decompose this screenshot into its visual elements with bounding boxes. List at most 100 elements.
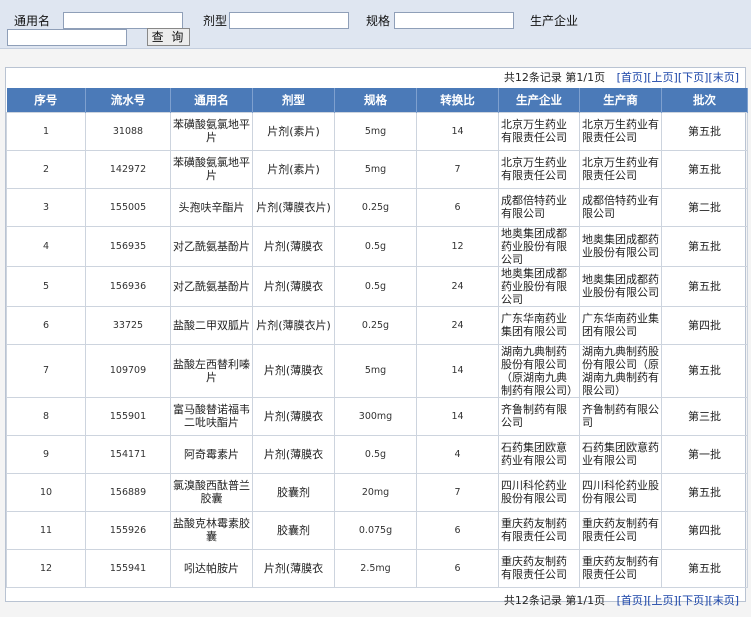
manufacturer-input[interactable] bbox=[7, 29, 127, 46]
cell-maker: 北京万生药业有限责任公司 bbox=[579, 111, 662, 151]
col-header-ratio: 转换比 bbox=[416, 88, 499, 112]
drug-table: 序号 流水号 通用名 剂型 规格 转换比 生产企业 生产商 批次 1 31088… bbox=[6, 88, 748, 588]
col-header-serial: 流水号 bbox=[85, 88, 171, 112]
cell-company: 四川科伦药业股份有限公司 bbox=[498, 472, 580, 512]
cell-batch: 第二批 bbox=[661, 187, 748, 227]
search-panel: 通用名 剂型 规格 生产企业 查 询 bbox=[0, 0, 751, 49]
col-header-dosage-form: 剂型 bbox=[252, 88, 335, 112]
cell-generic-name: 对乙酰氨基酚片 bbox=[170, 265, 253, 307]
cell-spec: 300mg bbox=[334, 396, 417, 436]
record-summary: 共12条记录 第1/1页 bbox=[503, 71, 606, 84]
cell-generic-name: 阿奇霉素片 bbox=[170, 434, 253, 474]
table-row: 4 156935 对乙酰氨基酚片 片剂(薄膜衣 0.5g 12 地奥集团成都药业… bbox=[6, 225, 748, 267]
table-row: 1 31088 苯磺酸氨氯地平片 片剂(素片) 5mg 14 北京万生药业有限责… bbox=[6, 111, 748, 151]
prev-page-link[interactable]: [上页] bbox=[647, 71, 678, 84]
pager-top: 共12条记录 第1/1页 [首页][上页][下页][末页] bbox=[6, 68, 745, 88]
cell-dosage-form: 片剂(薄膜衣 bbox=[252, 396, 335, 436]
cell-company: 地奥集团成都药业股份有限公司 bbox=[498, 225, 580, 267]
record-summary: 共12条记录 第1/1页 bbox=[503, 593, 606, 607]
cell-index: 10 bbox=[6, 472, 86, 512]
spec-input[interactable] bbox=[394, 12, 514, 29]
cell-serial: 156889 bbox=[85, 472, 171, 512]
results-panel: 共12条记录 第1/1页 [首页][上页][下页][末页] 序号 流水号 通用名… bbox=[5, 67, 748, 607]
cell-maker: 四川科伦药业股份有限公司 bbox=[579, 472, 662, 512]
cell-maker: 广东华南药业集团有限公司 bbox=[579, 305, 662, 345]
cell-serial: 155005 bbox=[85, 187, 171, 227]
first-page-link[interactable]: [首页] bbox=[617, 71, 648, 84]
cell-generic-name: 富马酸替诺福韦二吡呋酯片 bbox=[170, 396, 253, 436]
cell-company: 石药集团欧意药业有限公司 bbox=[498, 434, 580, 474]
cell-dosage-form: 片剂(素片) bbox=[252, 149, 335, 189]
cell-spec: 2.5mg bbox=[334, 548, 417, 588]
cell-dosage-form: 片剂(素片) bbox=[252, 111, 335, 151]
cell-generic-name: 盐酸左西替利嗪片 bbox=[170, 343, 253, 398]
cell-serial: 109709 bbox=[85, 343, 171, 398]
cell-index: 9 bbox=[6, 434, 86, 474]
col-header-spec: 规格 bbox=[334, 88, 417, 112]
cell-index: 1 bbox=[6, 111, 86, 151]
table-row: 7 109709 盐酸左西替利嗪片 片剂(薄膜衣 5mg 14 湖南九典制药股份… bbox=[6, 343, 748, 398]
manufacturer-label: 生产企业 bbox=[530, 14, 579, 28]
table-row: 11 155926 盐酸克林霉素胶囊 胶囊剂 0.075g 6 重庆药友制药有限… bbox=[6, 510, 748, 550]
cell-spec: 5mg bbox=[334, 111, 417, 151]
next-page-link[interactable]: [下页] bbox=[678, 594, 709, 607]
table-row: 9 154171 阿奇霉素片 片剂(薄膜衣 0.5g 4 石药集团欧意药业有限公… bbox=[6, 434, 748, 474]
cell-serial: 155926 bbox=[85, 510, 171, 550]
cell-index: 8 bbox=[6, 396, 86, 436]
dosage-form-input[interactable] bbox=[229, 12, 349, 29]
cell-spec: 0.25g bbox=[334, 305, 417, 345]
table-header-row: 序号 流水号 通用名 剂型 规格 转换比 生产企业 生产商 批次 bbox=[6, 88, 748, 112]
cell-dosage-form: 片剂(薄膜衣 bbox=[252, 343, 335, 398]
generic-name-input[interactable] bbox=[63, 12, 183, 29]
cell-batch: 第五批 bbox=[661, 225, 748, 267]
cell-ratio: 4 bbox=[416, 434, 499, 474]
cell-generic-name: 头孢呋辛酯片 bbox=[170, 187, 253, 227]
cell-index: 6 bbox=[6, 305, 86, 345]
table-row: 5 156936 对乙酰氨基酚片 片剂(薄膜衣 0.5g 24 地奥集团成都药业… bbox=[6, 265, 748, 307]
cell-index: 12 bbox=[6, 548, 86, 588]
first-page-link[interactable]: [首页] bbox=[617, 594, 648, 607]
cell-spec: 0.25g bbox=[334, 187, 417, 227]
cell-spec: 0.5g bbox=[334, 225, 417, 267]
table-row: 10 156889 氯溴酸西酞普兰胶囊 胶囊剂 20mg 7 四川科伦药业股份有… bbox=[6, 472, 748, 512]
table-row: 8 155901 富马酸替诺福韦二吡呋酯片 片剂(薄膜衣 300mg 14 齐鲁… bbox=[6, 396, 748, 436]
cell-maker: 重庆药友制药有限责任公司 bbox=[579, 510, 662, 550]
cell-maker: 地奥集团成都药业股份有限公司 bbox=[579, 225, 662, 267]
cell-ratio: 7 bbox=[416, 472, 499, 512]
cell-maker: 石药集团欧意药业有限公司 bbox=[579, 434, 662, 474]
cell-company: 地奥集团成都药业股份有限公司 bbox=[498, 265, 580, 307]
prev-page-link[interactable]: [上页] bbox=[647, 594, 678, 607]
cell-serial: 155901 bbox=[85, 396, 171, 436]
cell-ratio: 14 bbox=[416, 343, 499, 398]
cell-generic-name: 氯溴酸西酞普兰胶囊 bbox=[170, 472, 253, 512]
cell-batch: 第四批 bbox=[661, 510, 748, 550]
cell-index: 5 bbox=[6, 265, 86, 307]
spec-label: 规格 bbox=[366, 14, 391, 28]
last-page-link[interactable]: [末页] bbox=[708, 594, 739, 607]
next-page-link[interactable]: [下页] bbox=[678, 71, 709, 84]
col-header-maker: 生产商 bbox=[579, 88, 662, 112]
cell-spec: 5mg bbox=[334, 343, 417, 398]
cell-index: 2 bbox=[6, 149, 86, 189]
cell-dosage-form: 片剂(薄膜衣 bbox=[252, 225, 335, 267]
cell-batch: 第五批 bbox=[661, 111, 748, 151]
cell-batch: 第一批 bbox=[661, 434, 748, 474]
cell-spec: 0.075g bbox=[334, 510, 417, 550]
dosage-form-label: 剂型 bbox=[203, 14, 228, 28]
cell-ratio: 14 bbox=[416, 111, 499, 151]
cell-company: 湖南九典制药股份有限公司（原湖南九典制药有限公司） bbox=[498, 343, 580, 398]
cell-generic-name: 盐酸克林霉素胶囊 bbox=[170, 510, 253, 550]
col-header-batch: 批次 bbox=[661, 88, 748, 112]
cell-batch: 第五批 bbox=[661, 343, 748, 398]
cell-ratio: 12 bbox=[416, 225, 499, 267]
cell-serial: 156936 bbox=[85, 265, 171, 307]
cell-index: 7 bbox=[6, 343, 86, 398]
cell-serial: 142972 bbox=[85, 149, 171, 189]
cell-company: 齐鲁制药有限公司 bbox=[498, 396, 580, 436]
col-header-generic-name: 通用名 bbox=[170, 88, 253, 112]
cell-index: 3 bbox=[6, 187, 86, 227]
cell-serial: 31088 bbox=[85, 111, 171, 151]
query-button[interactable]: 查 询 bbox=[147, 28, 190, 46]
cell-batch: 第五批 bbox=[661, 472, 748, 512]
last-page-link[interactable]: [末页] bbox=[708, 71, 739, 84]
